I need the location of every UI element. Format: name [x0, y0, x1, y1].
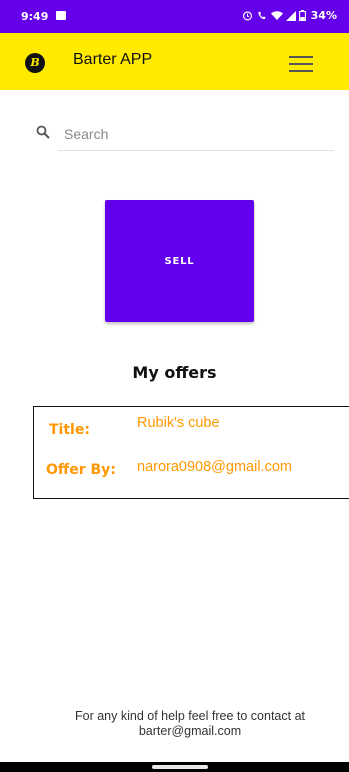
- signal-icon: [285, 10, 296, 21]
- wifi-icon: [270, 11, 283, 20]
- footer-help-text: For any kind of help feel free to contac…: [75, 709, 305, 723]
- offers-heading: My offers: [132, 363, 217, 382]
- offer-by-label: Offer By:: [46, 462, 116, 478]
- footer-contact-email: barter@gmail.com: [138, 724, 242, 738]
- help-footer: For any kind of help feel free to contac…: [40, 709, 340, 739]
- app-logo: B: [22, 50, 48, 76]
- battery-percentage: 34%: [310, 9, 337, 22]
- navigation-bar: [0, 762, 349, 772]
- offer-card[interactable]: Title: Rubik's cube Offer By: narora0908…: [33, 406, 349, 499]
- image-notification-icon: [56, 11, 66, 20]
- home-gesture-handle[interactable]: [152, 765, 208, 769]
- search-icon: [36, 125, 50, 139]
- app-title: Barter APP: [73, 51, 153, 68]
- status-time: 9:49: [21, 10, 49, 23]
- alarm-icon: [242, 11, 252, 21]
- wifi-calling-icon: [257, 11, 266, 20]
- search-input[interactable]: [58, 118, 334, 151]
- offer-by-value: narora0908@gmail.com: [137, 459, 292, 475]
- offer-title-value: Rubik's cube: [137, 415, 220, 431]
- sell-button[interactable]: SELL: [105, 200, 254, 322]
- app-bar: B Barter APP: [0, 33, 349, 90]
- logo-icon: B: [25, 53, 45, 73]
- search-bar: [36, 118, 334, 152]
- hamburger-menu-icon[interactable]: [289, 55, 313, 73]
- battery-icon: [298, 10, 306, 21]
- status-icons: 34%: [242, 9, 337, 22]
- offer-title-label: Title:: [49, 422, 90, 438]
- status-bar: 9:49 34%: [0, 0, 349, 33]
